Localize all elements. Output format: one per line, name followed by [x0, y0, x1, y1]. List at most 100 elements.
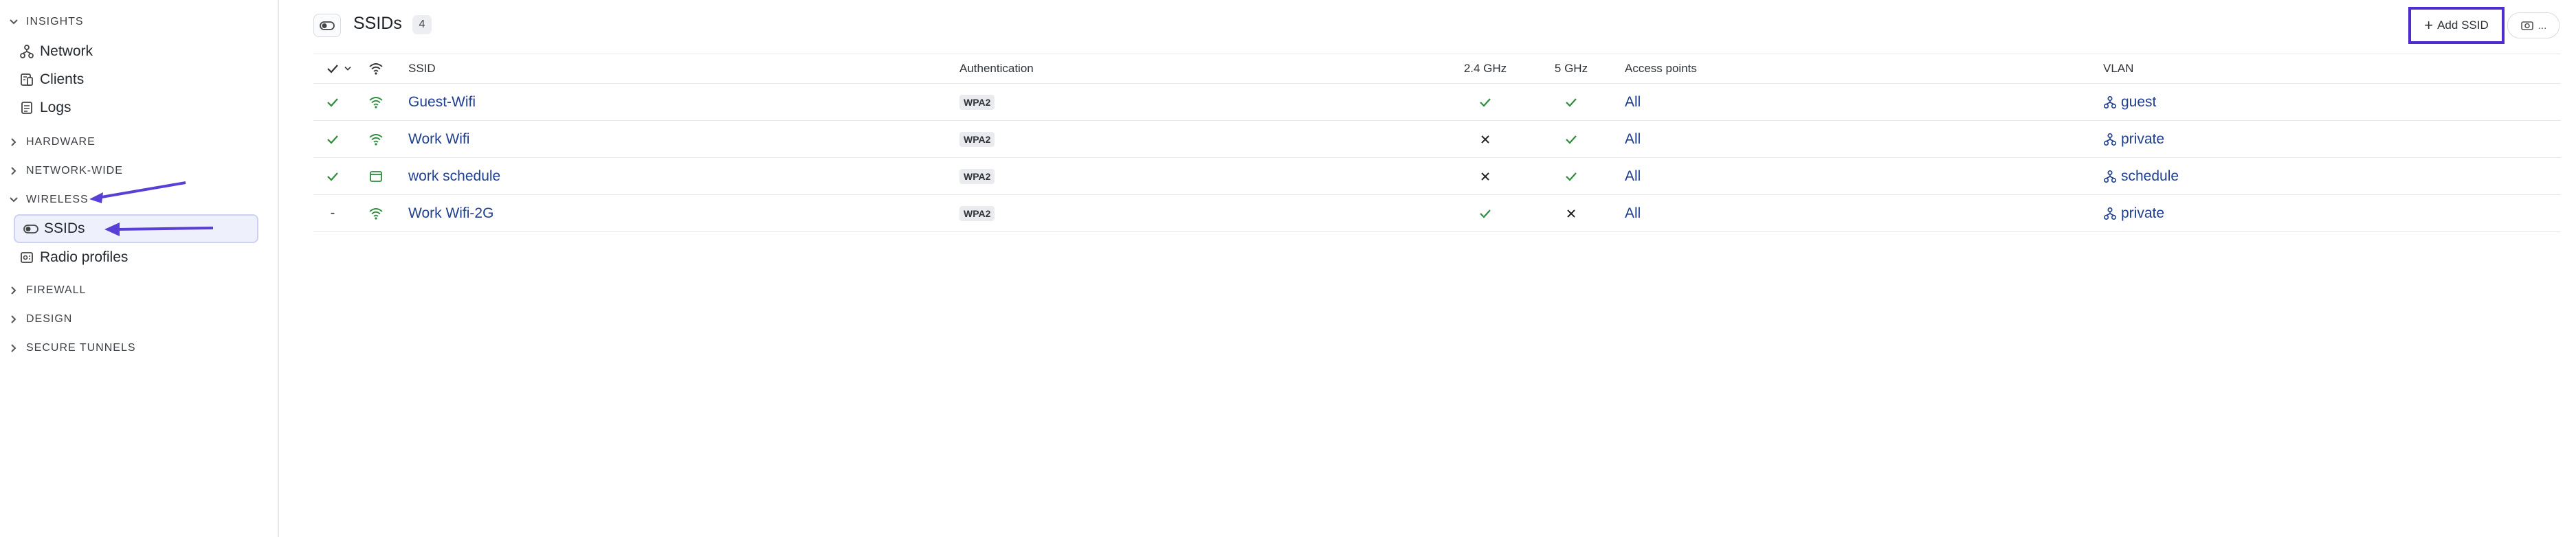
vlan-network-icon: [2103, 95, 2117, 109]
sidebar-item-label: SSIDs: [44, 220, 85, 236]
check-icon: [1551, 158, 1592, 194]
column-header-5ghz[interactable]: 5 GHz: [1551, 54, 1592, 83]
camera-icon: [2520, 21, 2533, 30]
sidebar-section-label: WIRELESS: [26, 194, 89, 205]
access-points-link[interactable]: All: [1625, 84, 1641, 120]
vlan-network-icon: [2103, 207, 2117, 220]
annotation-arrow-icon: [89, 181, 186, 203]
ssid-table: SSID Authentication 2.4 GHz 5 GHz Access…: [313, 54, 2561, 232]
sidebar-section-label: HARDWARE: [26, 136, 96, 148]
ssid-link[interactable]: Work Wifi: [408, 121, 469, 157]
sidebar-section-network-wide[interactable]: NETWORK-WIDE: [7, 161, 123, 181]
table-row[interactable]: Guest-Wifi WPA2 All guest: [313, 84, 2561, 121]
sidebar-section-label: DESIGN: [26, 313, 73, 325]
radio-profile-icon: [19, 250, 34, 265]
add-ssid-button[interactable]: + Add SSID: [2408, 7, 2505, 44]
chevron-down-icon: [7, 15, 21, 29]
cross-icon: [1454, 158, 1516, 194]
auth-badge: WPA2: [959, 131, 995, 147]
clients-icon: [19, 72, 34, 87]
auth-cell: WPA2: [959, 121, 995, 157]
network-icon: [19, 44, 34, 59]
chevron-right-icon: [7, 135, 21, 149]
sidebar-section-hardware[interactable]: HARDWARE: [7, 132, 96, 152]
chevron-down-icon[interactable]: [341, 54, 355, 83]
vlan-network-icon: [2103, 133, 2117, 146]
enabled-check-icon[interactable]: [324, 84, 341, 120]
chevron-right-icon: [7, 284, 21, 297]
auth-badge: WPA2: [959, 168, 995, 184]
check-icon: [1454, 84, 1516, 120]
plus-icon: +: [2424, 16, 2434, 34]
cross-icon: [1454, 121, 1516, 157]
table-body: Guest-Wifi WPA2 All guest Work Wifi WPA2 All pr…: [313, 84, 2561, 232]
select-all-checkbox[interactable]: [324, 54, 341, 83]
sidebar-item-radio-profiles[interactable]: Radio profiles: [19, 244, 128, 271]
column-header-access-points[interactable]: Access points: [1625, 54, 1697, 83]
auth-cell: WPA2: [959, 84, 995, 120]
count-badge: 4: [412, 15, 432, 34]
sidebar-section-firewall[interactable]: FIREWALL: [7, 280, 86, 301]
sidebar-section-label: SECURE TUNNELS: [26, 342, 136, 354]
chevron-right-icon: [7, 164, 21, 178]
cross-icon: [1551, 195, 1592, 231]
vlan-link[interactable]: guest: [2103, 84, 2156, 120]
wifi-icon: [367, 54, 385, 83]
disabled-dash-icon[interactable]: -: [324, 195, 341, 231]
page-title: SSIDs: [353, 14, 402, 33]
access-points-link[interactable]: All: [1625, 158, 1641, 194]
sidebar-item-ssids[interactable]: SSIDs: [14, 214, 258, 243]
table-row[interactable]: work schedule WPA2 All schedule: [313, 158, 2561, 195]
sidebar: INSIGHTS Network Clients Logs HARDWARE N…: [0, 0, 279, 537]
vlan-label: private: [2121, 130, 2165, 147]
access-points-link[interactable]: All: [1625, 195, 1641, 231]
sidebar-section-wireless[interactable]: WIRELESS: [7, 190, 89, 210]
table-row[interactable]: - Work Wifi-2G WPA2 All private: [313, 195, 2561, 232]
access-points-link[interactable]: All: [1625, 121, 1641, 157]
sidebar-section-secure-tunnels[interactable]: SECURE TUNNELS: [7, 338, 136, 358]
check-icon: [1551, 121, 1592, 157]
more-button[interactable]: ...: [2507, 12, 2560, 38]
more-label: ...: [2538, 19, 2547, 32]
sidebar-section-label: FIREWALL: [26, 284, 87, 296]
column-header-vlan[interactable]: VLAN: [2103, 54, 2133, 83]
toggle-icon: [23, 221, 38, 236]
sidebar-item-logs[interactable]: Logs: [19, 95, 71, 121]
column-header-ssid[interactable]: SSID: [408, 54, 436, 83]
ssid-link[interactable]: work schedule: [408, 158, 500, 194]
chevron-right-icon: [7, 341, 21, 355]
toggle-icon: [313, 14, 341, 37]
wifi-icon: [367, 121, 385, 157]
sidebar-item-label: Clients: [40, 71, 85, 87]
sidebar-item-clients[interactable]: Clients: [19, 67, 84, 93]
check-icon: [1551, 84, 1592, 120]
enabled-check-icon[interactable]: [324, 158, 341, 194]
auth-cell: WPA2: [959, 158, 995, 194]
vlan-link[interactable]: schedule: [2103, 158, 2179, 194]
sidebar-section-insights[interactable]: INSIGHTS: [7, 12, 84, 32]
table-row[interactable]: Work Wifi WPA2 All private: [313, 121, 2561, 158]
column-header-authentication[interactable]: Authentication: [959, 54, 1034, 83]
sidebar-section-label: NETWORK-WIDE: [26, 165, 123, 176]
sidebar-item-network[interactable]: Network: [19, 38, 93, 65]
vlan-link[interactable]: private: [2103, 195, 2164, 231]
vlan-link[interactable]: private: [2103, 121, 2164, 157]
ssid-link[interactable]: Guest-Wifi: [408, 84, 476, 120]
auth-badge: WPA2: [959, 94, 995, 110]
table-header: SSID Authentication 2.4 GHz 5 GHz Access…: [313, 54, 2561, 84]
auth-badge: WPA2: [959, 205, 995, 221]
ssid-link[interactable]: Work Wifi-2G: [408, 195, 493, 231]
sidebar-item-label: Network: [40, 43, 93, 59]
vlan-label: schedule: [2121, 168, 2179, 184]
auth-cell: WPA2: [959, 195, 995, 231]
column-header-24ghz[interactable]: 2.4 GHz: [1454, 54, 1516, 83]
sidebar-item-label: Logs: [40, 100, 71, 115]
chevron-down-icon: [7, 193, 21, 207]
wifi-icon: [367, 195, 385, 231]
enabled-check-icon[interactable]: [324, 121, 341, 157]
sidebar-section-design[interactable]: DESIGN: [7, 309, 72, 330]
check-icon: [1454, 195, 1516, 231]
main-content: SSIDs 4 + Add SSID ... SSID Authenticati…: [279, 0, 2576, 537]
vlan-label: private: [2121, 205, 2165, 221]
chevron-right-icon: [7, 312, 21, 326]
